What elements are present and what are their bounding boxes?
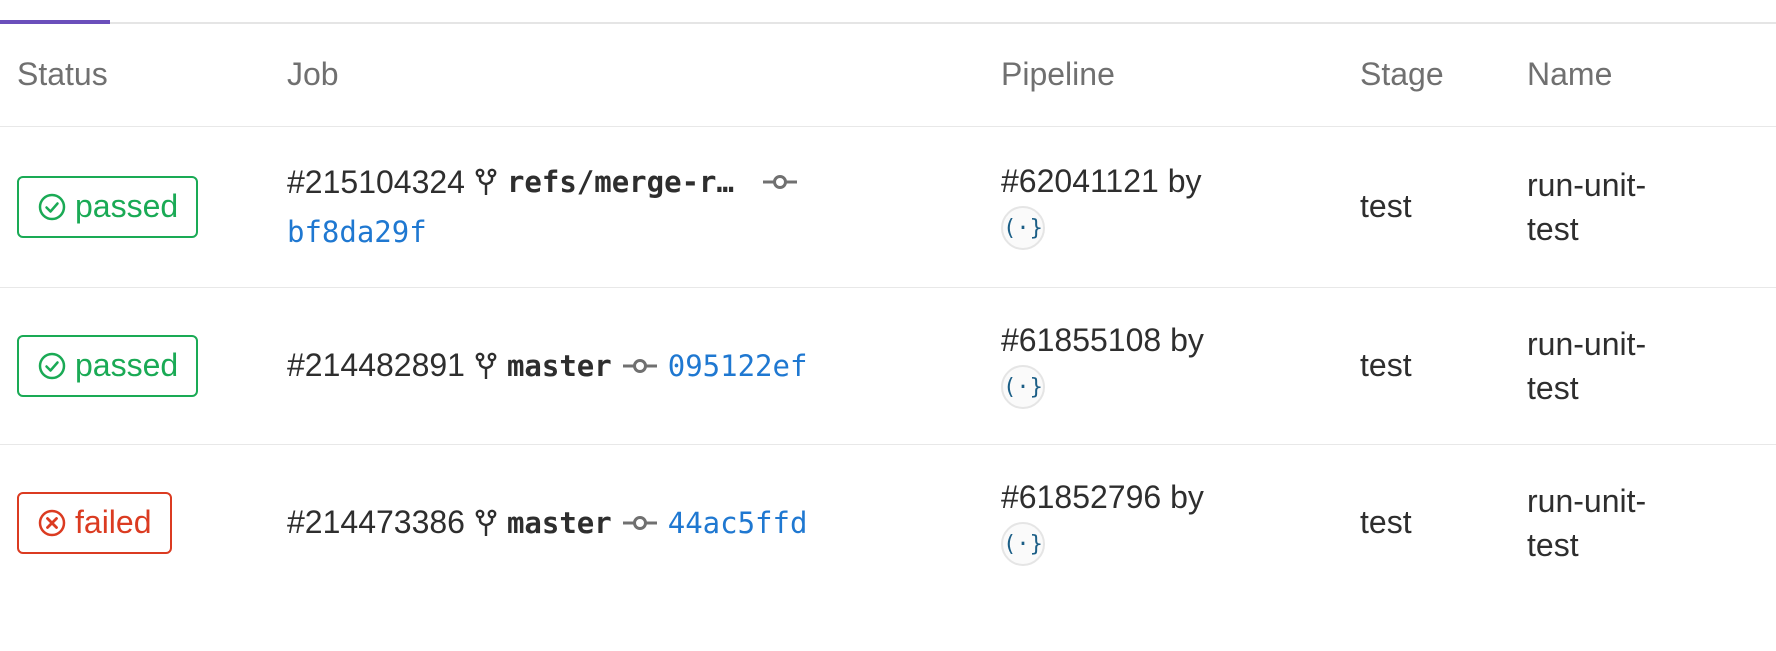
pipeline-cell: #62041121 by (·}	[984, 126, 1343, 288]
status-label: passed	[75, 188, 179, 224]
pipeline-link[interactable]: #61855108 by	[1001, 322, 1204, 358]
job-id-link[interactable]: #215104324	[287, 164, 465, 201]
status-label: failed	[75, 504, 152, 541]
job-name: run-unit-test	[1527, 166, 1647, 247]
check-circle-icon	[37, 192, 67, 222]
header-job: Job	[270, 24, 984, 127]
ref-link[interactable]: refs/merge-r…	[507, 165, 734, 199]
status-badge-passed[interactable]: passed	[17, 175, 199, 238]
name-cell: run-unit-test	[1510, 126, 1776, 288]
avatar-icon: (·}	[1003, 215, 1043, 241]
avatar[interactable]: (·}	[1001, 365, 1045, 409]
commit-sha-link[interactable]: bf8da29f	[287, 215, 427, 249]
job-id-link[interactable]: #214482891	[287, 347, 465, 384]
branch-icon	[475, 167, 497, 197]
header-pipeline: Pipeline	[984, 24, 1343, 127]
table-row: passed #214482891 master 095122ef #61855…	[0, 287, 1776, 445]
status-label: passed	[75, 347, 179, 383]
status-cell: passed	[0, 126, 270, 288]
branch-icon	[475, 508, 497, 538]
job-id-link[interactable]: #214473386	[287, 504, 465, 541]
jobs-page: Status Job Pipeline Stage Name passed #2…	[0, 0, 1776, 651]
commit-icon	[622, 357, 658, 375]
avatar[interactable]: (·}	[1001, 522, 1045, 567]
status-badge-failed[interactable]: failed	[17, 491, 172, 554]
stage-cell: test	[1343, 287, 1510, 445]
status-cell: failed	[0, 444, 270, 601]
pipeline-link[interactable]: #62041121 by	[1001, 163, 1201, 199]
header-stage: Stage	[1343, 24, 1510, 127]
table-row: passed #215104324 refs/merge-r… bf8da29f…	[0, 126, 1776, 288]
branch-icon	[475, 351, 497, 381]
status-badge-passed[interactable]: passed	[17, 334, 199, 397]
jobs-table: Status Job Pipeline Stage Name passed #2…	[0, 24, 1776, 601]
header-name: Name	[1510, 24, 1776, 127]
job-cell: #215104324 refs/merge-r… bf8da29f	[270, 126, 984, 288]
avatar[interactable]: (·}	[1001, 206, 1045, 250]
avatar-icon: (·}	[1003, 531, 1043, 557]
job-cell: #214473386 master 44ac5ffd	[270, 444, 984, 601]
status-cell: passed	[0, 287, 270, 445]
job-name: run-unit-test	[1527, 482, 1647, 563]
check-circle-icon	[37, 351, 67, 381]
header-status: Status	[0, 24, 270, 127]
ref-link[interactable]: master	[507, 506, 612, 540]
commit-sha-link[interactable]: 095122ef	[668, 349, 808, 383]
name-cell: run-unit-test	[1510, 444, 1776, 601]
x-circle-icon	[37, 508, 67, 538]
pipeline-link[interactable]: #61852796 by	[1001, 479, 1204, 515]
name-cell: run-unit-test	[1510, 287, 1776, 445]
table-row: failed #214473386 master 44ac5ffd #61852…	[0, 444, 1776, 601]
commit-sha-link[interactable]: 44ac5ffd	[668, 506, 808, 540]
tab-bar	[0, 0, 1776, 24]
pipeline-cell: #61852796 by (·}	[984, 444, 1343, 601]
pipeline-cell: #61855108 by (·}	[984, 287, 1343, 445]
stage-cell: test	[1360, 504, 1412, 541]
commit-icon	[762, 173, 798, 191]
avatar-icon: (·}	[1003, 374, 1043, 400]
table-header-row: Status Job Pipeline Stage Name	[0, 24, 1776, 127]
job-cell: #214482891 master 095122ef	[270, 287, 984, 445]
commit-icon	[622, 514, 658, 532]
job-name: run-unit-test	[1527, 325, 1647, 406]
ref-link[interactable]: master	[507, 349, 612, 383]
stage-cell: test	[1343, 126, 1510, 288]
